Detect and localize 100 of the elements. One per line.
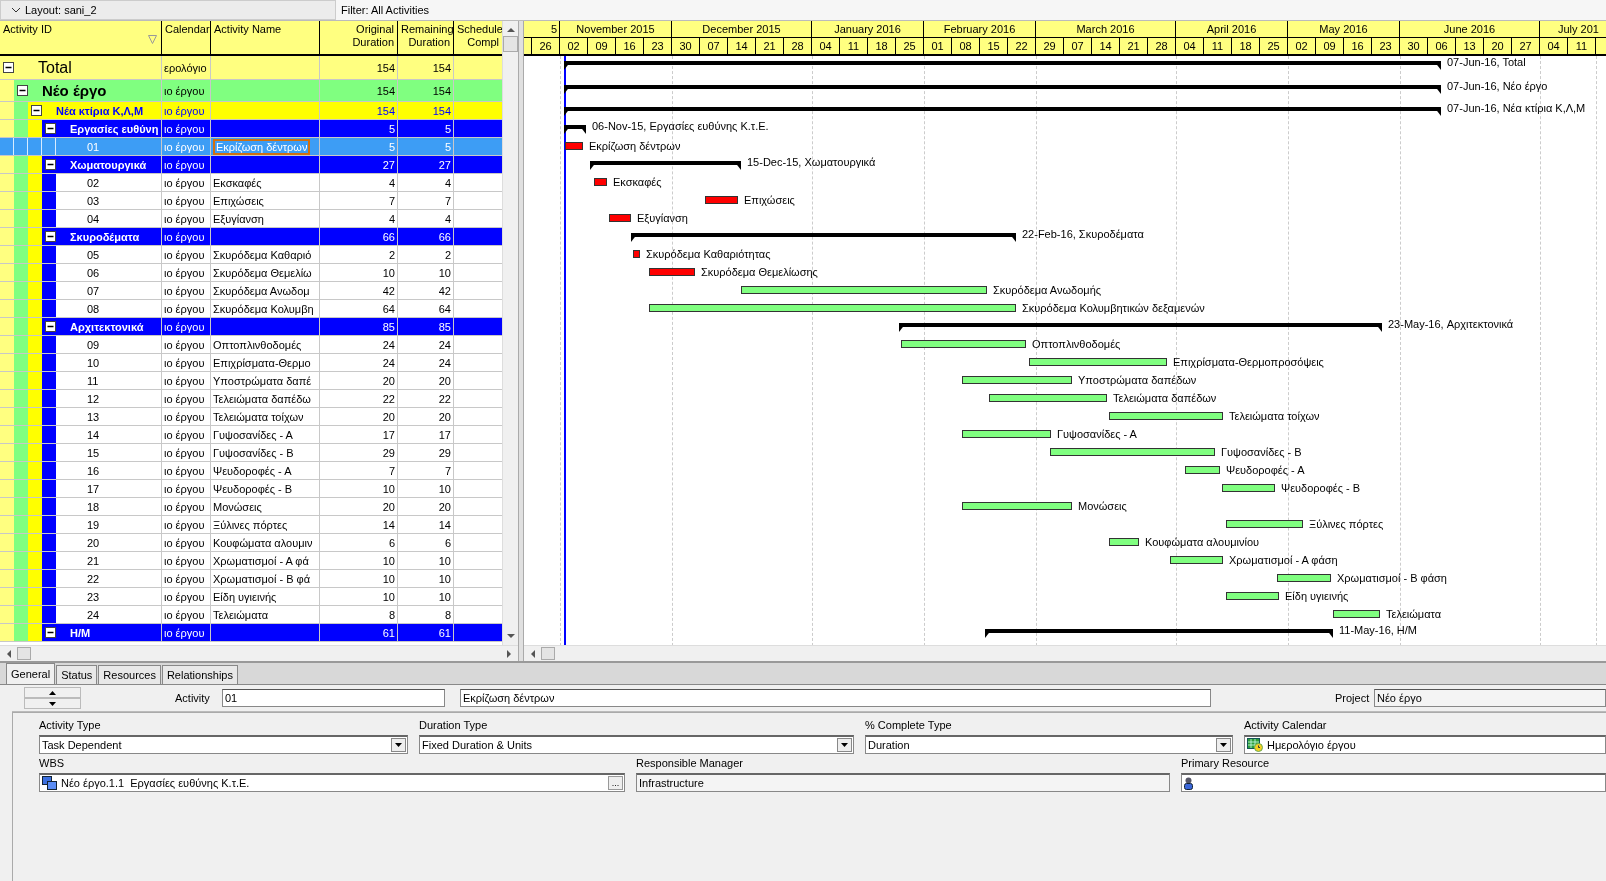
table-row[interactable]: Εργασίες ευθύνη ιο έργου 5 5 xyxy=(0,120,502,138)
table-row[interactable]: 09 ιο έργου Οπτοπλινθοδομές 24 24 xyxy=(0,336,502,354)
column-header[interactable]: Original Duration xyxy=(320,21,398,54)
table-row[interactable]: H/M ιο έργου 61 61 xyxy=(0,624,502,642)
table-row[interactable]: 14 ιο έργου Γυψοσανίδες - Α 17 17 xyxy=(0,426,502,444)
collapse-toggle-icon[interactable] xyxy=(3,62,14,73)
tab[interactable]: Relationships xyxy=(161,665,238,684)
task-bar[interactable] xyxy=(901,340,1026,348)
task-bar[interactable] xyxy=(1333,610,1380,618)
task-bar[interactable] xyxy=(1109,412,1223,420)
summary-bar[interactable] xyxy=(899,323,1382,332)
column-header[interactable]: Activity ID xyxy=(0,21,162,54)
vertical-scrollbar[interactable] xyxy=(502,21,518,645)
table-row[interactable]: 24 ιο έργου Τελειώματα 8 8 xyxy=(0,606,502,624)
dropdown-field[interactable]: Fixed Duration & Units xyxy=(419,735,854,754)
column-header[interactable]: Calendar xyxy=(162,21,211,54)
task-bar[interactable] xyxy=(962,502,1072,510)
table-row[interactable]: 15 ιο έργου Γυψοσανίδες - Β 29 29 xyxy=(0,444,502,462)
summary-bar[interactable] xyxy=(564,107,1441,116)
scrollbar-thumb[interactable] xyxy=(503,36,518,52)
collapse-toggle-icon[interactable] xyxy=(45,159,56,170)
table-row[interactable]: 20 ιο έργου Κουφώματα αλουμιν 6 6 xyxy=(0,534,502,552)
task-bar[interactable] xyxy=(1185,466,1220,474)
table-row[interactable]: 18 ιο έργου Μονώσεις 20 20 xyxy=(0,498,502,516)
task-bar[interactable] xyxy=(741,286,987,294)
tab[interactable]: General xyxy=(6,663,56,684)
table-row[interactable]: 19 ιο έργου Ξύλινες πόρτες 14 14 xyxy=(0,516,502,534)
collapse-toggle-icon[interactable] xyxy=(31,105,42,116)
collapse-toggle-icon[interactable] xyxy=(45,231,56,242)
column-header[interactable]: Schedule Compl xyxy=(454,21,502,54)
task-bar[interactable] xyxy=(1226,592,1279,600)
table-row[interactable]: Χωματουργικά ιο έργου 27 27 xyxy=(0,156,502,174)
table-row[interactable]: Νέα κτίρια Κ,Λ,Μ ιο έργου 154 154 xyxy=(0,102,502,120)
table-row[interactable]: 04 ιο έργου Εξυγίανση 4 4 xyxy=(0,210,502,228)
table-row[interactable]: 16 ιο έργου Ψευδοροφές - Α 7 7 xyxy=(0,462,502,480)
scroll-left-icon[interactable] xyxy=(530,649,535,658)
scroll-up-icon[interactable] xyxy=(506,27,515,32)
summary-bar[interactable] xyxy=(631,233,1016,242)
dropdown-field[interactable]: Task Dependent xyxy=(39,735,408,754)
task-bar[interactable] xyxy=(649,304,1016,312)
scroll-right-icon[interactable] xyxy=(507,649,512,658)
task-bar[interactable] xyxy=(1277,574,1331,582)
dropdown-button[interactable] xyxy=(1216,738,1231,752)
scroll-left-icon[interactable] xyxy=(6,649,11,658)
summary-bar[interactable] xyxy=(590,161,741,170)
task-bar[interactable] xyxy=(1050,448,1215,456)
collapse-toggle-icon[interactable] xyxy=(17,85,28,96)
activity-id-field[interactable]: 01 xyxy=(222,689,445,707)
scrollbar-thumb[interactable] xyxy=(17,647,31,660)
wbs-field[interactable]: Νέο έργο.1.1 Εργασίες ευθύνης Κ.τ.Ε. ... xyxy=(39,773,625,792)
table-row[interactable]: Total ερολόγιο 154 154 xyxy=(0,56,502,80)
previous-button[interactable] xyxy=(24,687,81,698)
task-bar[interactable] xyxy=(1109,538,1139,546)
layout-selector[interactable]: Layout: sani_2 xyxy=(0,0,336,20)
horizontal-scrollbar[interactable] xyxy=(0,645,518,661)
next-button[interactable] xyxy=(24,698,81,709)
table-row[interactable]: 13 ιο έργου Τελειώματα τοίχων 20 20 xyxy=(0,408,502,426)
browse-button[interactable]: ... xyxy=(608,776,623,790)
table-row[interactable]: Νέο έργο ιο έργου 154 154 xyxy=(0,80,502,102)
table-row[interactable]: 17 ιο έργου Ψευδοροφές - Β 10 10 xyxy=(0,480,502,498)
table-row[interactable]: 06 ιο έργου Σκυρόδεμα Θεμελίω 10 10 xyxy=(0,264,502,282)
column-header[interactable]: Activity Name xyxy=(211,21,320,54)
calendar-field[interactable]: Ημερολόγιο έργου xyxy=(1244,735,1606,754)
table-row[interactable]: 11 ιο έργου Υποστρώματα δαπέ 20 20 xyxy=(0,372,502,390)
table-row[interactable]: Αρχιτεκτονικά ιο έργου 85 85 xyxy=(0,318,502,336)
collapse-toggle-icon[interactable] xyxy=(45,123,56,134)
table-row[interactable]: 05 ιο έργου Σκυρόδεμα Καθαριό 2 2 xyxy=(0,246,502,264)
text-field[interactable]: Infrastructure xyxy=(636,773,1170,792)
table-row[interactable]: 12 ιο έργου Τελειώματα δαπέδω 22 22 xyxy=(0,390,502,408)
table-row[interactable]: 23 ιο έργου Είδη υγιεινής 10 10 xyxy=(0,588,502,606)
collapse-toggle-icon[interactable] xyxy=(45,321,56,332)
scrollbar-thumb[interactable] xyxy=(541,647,555,660)
task-bar[interactable] xyxy=(1029,358,1167,366)
activity-name-field[interactable]: Εκρίζωση δέντρων xyxy=(460,689,1211,707)
dropdown-button[interactable] xyxy=(391,738,406,752)
table-row[interactable]: 21 ιο έργου Χρωματισμοί - Α φά 10 10 xyxy=(0,552,502,570)
summary-bar[interactable] xyxy=(564,61,1441,70)
table-row[interactable]: 22 ιο έργου Χρωματισμοί - Β φά 10 10 xyxy=(0,570,502,588)
task-bar[interactable] xyxy=(1170,556,1223,564)
project-field[interactable]: Νέο έργο xyxy=(1374,689,1606,707)
task-bar[interactable] xyxy=(1222,484,1275,492)
summary-bar[interactable] xyxy=(564,85,1441,94)
column-header[interactable]: Remaining Duration xyxy=(398,21,454,54)
table-row[interactable]: Σκυροδέματα ιο έργου 66 66 xyxy=(0,228,502,246)
task-bar[interactable] xyxy=(989,394,1107,402)
task-bar[interactable] xyxy=(962,430,1051,438)
table-row[interactable]: 02 ιο έργου Εκσκαφές 4 4 xyxy=(0,174,502,192)
task-bar[interactable] xyxy=(1226,520,1303,528)
dropdown-button[interactable] xyxy=(837,738,852,752)
resource-field[interactable] xyxy=(1181,773,1606,792)
summary-bar[interactable] xyxy=(564,125,586,134)
tab[interactable]: Status xyxy=(56,665,98,684)
horizontal-scrollbar[interactable] xyxy=(524,645,1606,661)
table-row[interactable]: 03 ιο έργου Επιχώσεις 7 7 xyxy=(0,192,502,210)
table-row[interactable]: 10 ιο έργου Επιχρίσματα-Θερμο 24 24 xyxy=(0,354,502,372)
collapse-toggle-icon[interactable] xyxy=(45,627,56,638)
scroll-down-icon[interactable] xyxy=(506,634,515,639)
tab[interactable]: Resources xyxy=(98,665,161,684)
table-row[interactable]: 07 ιο έργου Σκυρόδεμα Ανωδομ 42 42 xyxy=(0,282,502,300)
dropdown-field[interactable]: Duration xyxy=(865,735,1233,754)
